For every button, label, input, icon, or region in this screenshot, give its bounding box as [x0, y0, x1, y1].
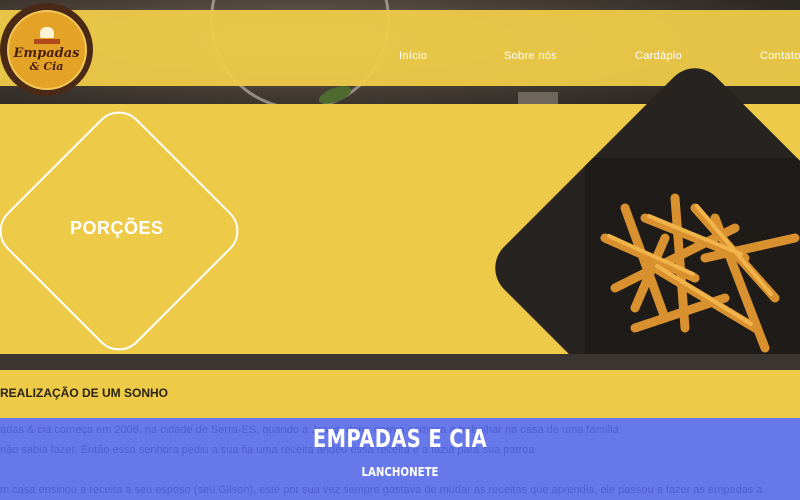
nav-link-sobre-nos[interactable]: Sobre nós — [504, 50, 557, 62]
logo-text-line2: & Cia — [29, 59, 64, 73]
photo-divider — [0, 354, 800, 370]
category-label-porcoes[interactable]: PORÇÕES — [70, 218, 163, 239]
section-title: REALIZAÇÃO DE UM SONHO — [0, 386, 168, 400]
nav-link-contato[interactable]: Contato — [760, 50, 800, 62]
about-paragraph-line3: m casa ensinou a receita a seu esposo (s… — [0, 484, 763, 496]
brand-logo[interactable]: Empadas & Cia — [0, 3, 93, 96]
brand-title: EMPADAS E CIA — [312, 424, 488, 453]
logo-text-line1: Empadas — [13, 45, 80, 61]
nav-link-cardapio[interactable]: Cardápio — [635, 50, 682, 62]
nav-link-inicio[interactable]: Início — [399, 50, 427, 62]
logo-ribbon — [33, 38, 60, 44]
logo-badge: Empadas & Cia — [6, 9, 87, 90]
chef-hat-icon — [39, 26, 54, 38]
brand-subtitle: LANCHONETE — [361, 465, 439, 479]
